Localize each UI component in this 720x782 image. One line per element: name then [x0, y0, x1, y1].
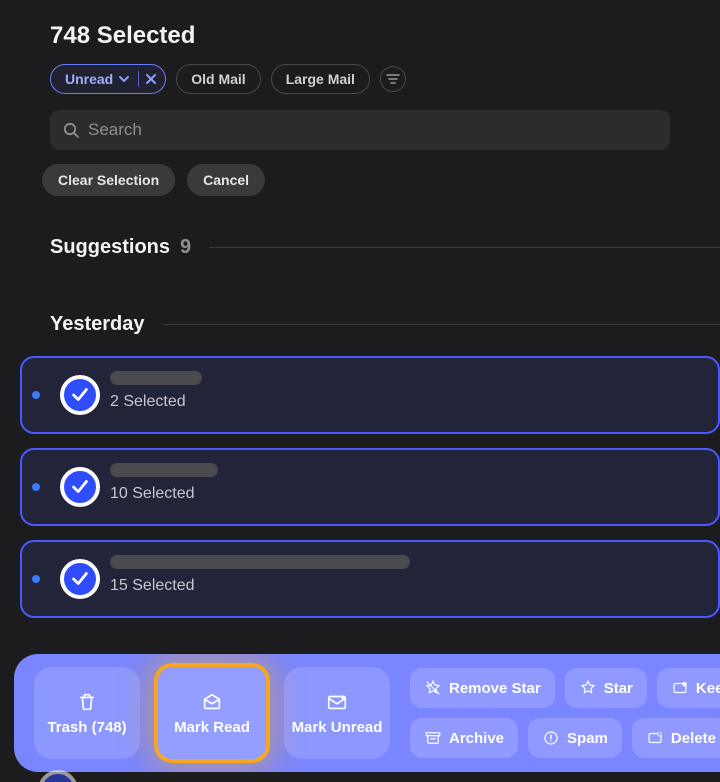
selected-check-icon[interactable] [60, 467, 100, 507]
section-divider [209, 247, 720, 248]
email-group-card[interactable]: 2 Selected [20, 356, 720, 434]
mail-open-icon [201, 691, 223, 713]
email-list: 2 Selected 10 Selected 15 Selected [0, 336, 720, 618]
sender-name-redacted [110, 555, 410, 569]
chevron-down-icon [118, 73, 130, 85]
selection-count: 2 Selected [110, 393, 202, 411]
button-label: Star [604, 680, 633, 697]
chip-divider [138, 71, 139, 87]
button-label: Spam [567, 730, 608, 747]
cancel-button[interactable]: Cancel [187, 164, 265, 196]
button-label: Keep N [696, 680, 720, 697]
sender-name-redacted [110, 371, 202, 385]
mark-read-button[interactable]: Mark Read [154, 663, 270, 763]
star-icon [579, 679, 597, 697]
selected-check-icon[interactable] [60, 559, 100, 599]
star-button[interactable]: Star [565, 668, 647, 708]
clear-selection-button[interactable]: Clear Selection [42, 164, 175, 196]
filter-chip-unread[interactable]: Unread [50, 64, 166, 94]
filter-chip-label: Large Mail [286, 71, 355, 87]
sender-name-redacted [110, 463, 218, 477]
secondary-actions: Clear Selection Cancel [0, 150, 720, 196]
page-title: 748 Selected [0, 0, 720, 50]
card-content: 10 Selected [110, 463, 218, 503]
selection-count: 15 Selected [110, 577, 410, 595]
filter-chip-label: Unread [65, 71, 113, 87]
filter-chip-large-mail[interactable]: Large Mail [271, 64, 370, 94]
button-label: Mark Unread [292, 719, 383, 736]
selected-check-icon [38, 770, 78, 782]
mail-icon [326, 691, 348, 713]
remove-star-button[interactable]: Remove Star [410, 668, 555, 708]
search-container [50, 110, 670, 150]
button-label: Archive [449, 730, 504, 747]
spam-button[interactable]: Spam [528, 718, 622, 758]
section-suggestions: Suggestions 9 [0, 196, 720, 259]
filter-chip-old-mail[interactable]: Old Mail [176, 64, 260, 94]
mark-unread-button[interactable]: Mark Unread [284, 667, 390, 759]
email-group-card[interactable]: 15 Selected [20, 540, 720, 618]
spam-icon [542, 729, 560, 747]
button-label: Delete [671, 730, 716, 747]
card-content: 2 Selected [110, 371, 202, 411]
card-content: 15 Selected [110, 555, 410, 595]
keep-new-button[interactable]: Keep N [657, 668, 720, 708]
archive-icon [424, 729, 442, 747]
unread-dot-icon [32, 575, 40, 583]
filter-chip-label: Old Mail [191, 71, 245, 87]
unread-dot-icon [32, 391, 40, 399]
toolbar-secondary: Remove Star Star Keep N Archive [410, 668, 720, 758]
delete-icon [646, 729, 664, 747]
toolbar-primary: Trash (748) Mark Read Mark Unread [34, 663, 390, 763]
archive-button[interactable]: Archive [410, 718, 518, 758]
keep-icon [671, 679, 689, 697]
email-group-card-partial [38, 770, 78, 782]
filter-row: Unread Old Mail Large Mail [0, 50, 720, 94]
search-input[interactable] [88, 120, 658, 140]
button-label: Mark Read [174, 719, 250, 736]
selection-count: 10 Selected [110, 485, 218, 503]
section-title: Suggestions [50, 236, 170, 259]
button-label: Trash (748) [47, 719, 126, 736]
filter-icon [386, 72, 400, 86]
unread-dot-icon [32, 483, 40, 491]
section-title: Yesterday [50, 313, 145, 336]
close-icon[interactable] [145, 73, 157, 85]
search-icon [62, 121, 80, 139]
trash-icon [76, 691, 98, 713]
filter-settings-button[interactable] [380, 66, 406, 92]
trash-button[interactable]: Trash (748) [34, 667, 140, 759]
action-toolbar: Trash (748) Mark Read Mark Unread Remove… [14, 654, 720, 772]
email-group-card[interactable]: 10 Selected [20, 448, 720, 526]
delete-button[interactable]: Delete [632, 718, 720, 758]
section-yesterday: Yesterday [0, 259, 720, 336]
section-divider [163, 324, 720, 325]
section-count: 9 [180, 236, 191, 259]
star-off-icon [424, 679, 442, 697]
search-field[interactable] [50, 110, 670, 150]
app-root: { "header": { "title": "748 Selected" },… [0, 0, 720, 782]
selected-check-icon[interactable] [60, 375, 100, 415]
button-label: Remove Star [449, 680, 541, 697]
